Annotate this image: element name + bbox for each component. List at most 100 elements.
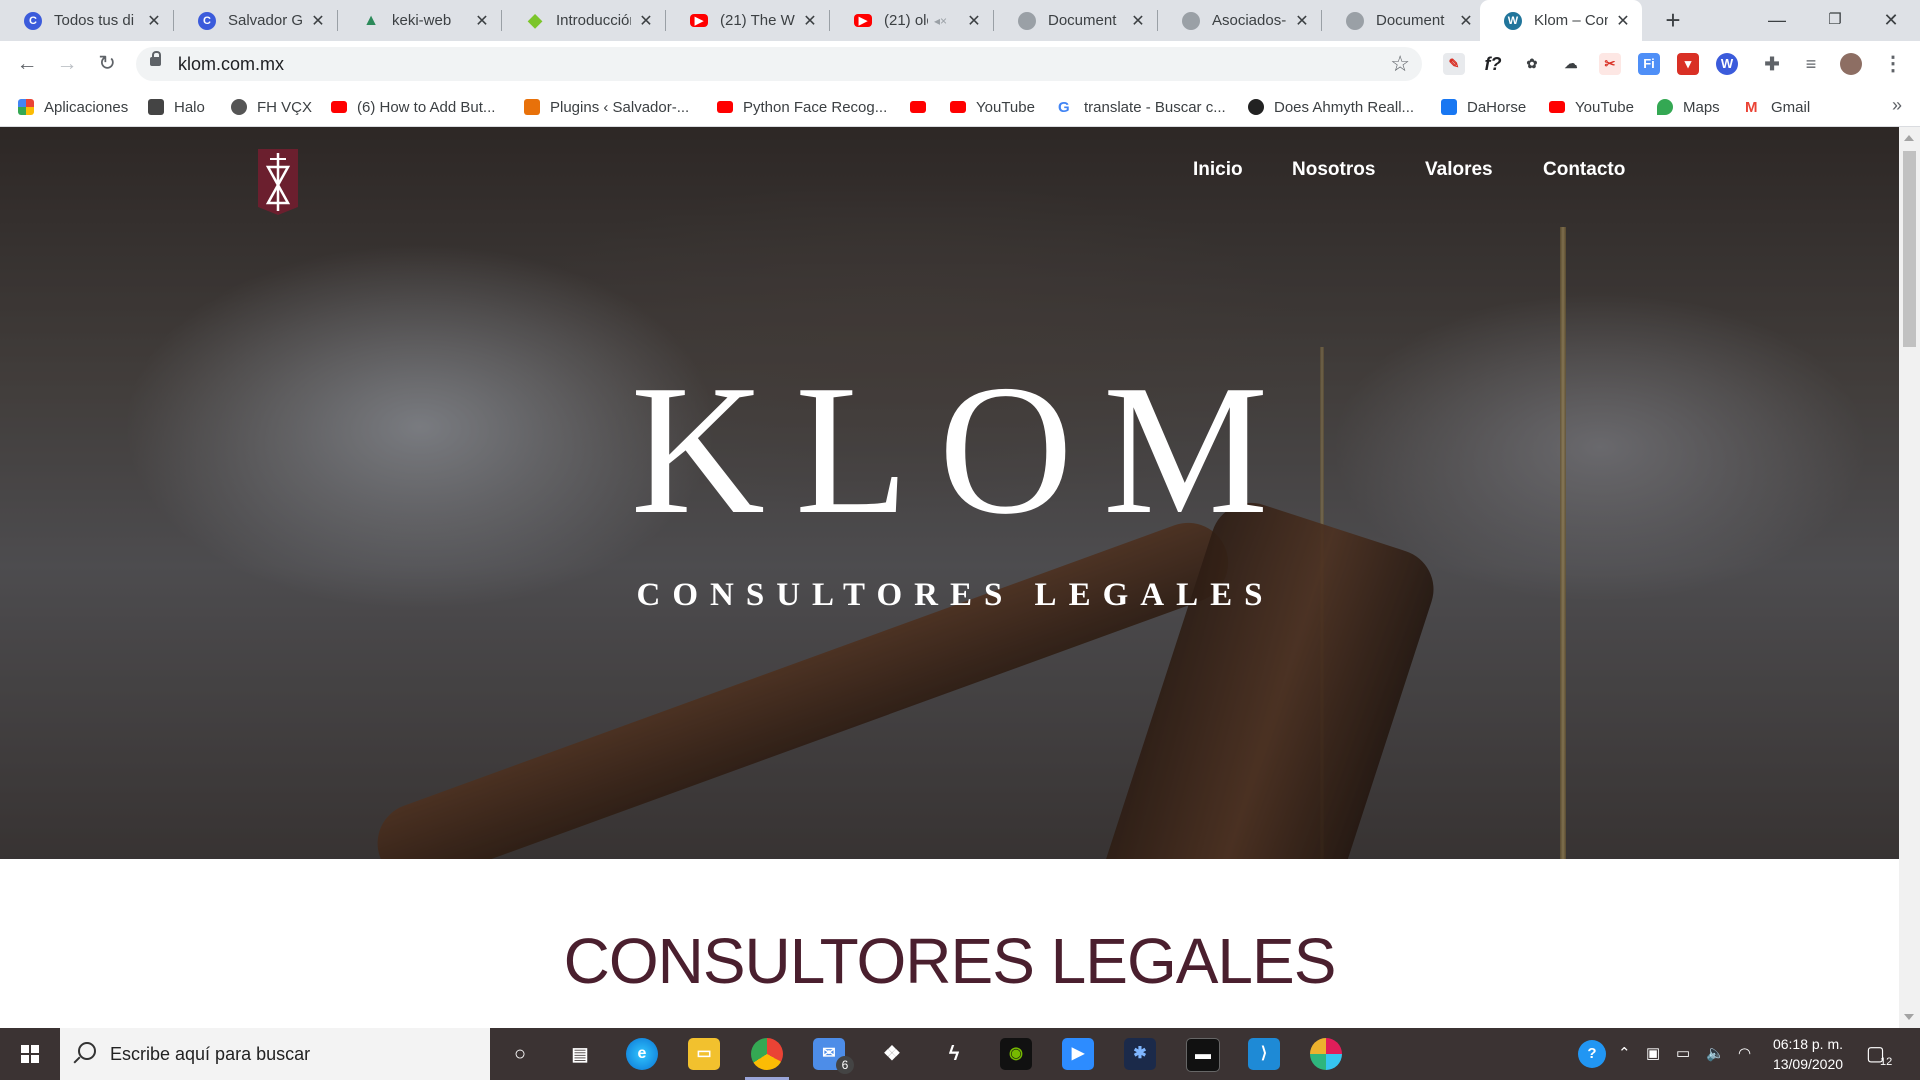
zoom-icon[interactable]: ▶	[1062, 1038, 1094, 1070]
bookmark-item[interactable]: (6) How to Add But...	[331, 87, 495, 127]
web-page: Inicio Nosotros Valores Contacto KLOM CO…	[0, 127, 1899, 1028]
wordpress-extension-icon[interactable]: W	[1716, 53, 1738, 75]
nav-contacto[interactable]: Contacto	[1543, 159, 1625, 181]
edge-icon[interactable]: e	[626, 1038, 658, 1070]
browser-tab-active[interactable]: W Klom – Cons ✕	[1480, 0, 1642, 41]
close-icon[interactable]: ✕	[965, 11, 983, 31]
url-text[interactable]: klom.com.mx	[178, 54, 284, 75]
windows-taskbar: Escribe aquí para buscar ○ ▤ e ▭ ✉ 6 ❖ ϟ…	[0, 1028, 1920, 1080]
browser-tab[interactable]: ▶ (21) old ◂× ✕	[830, 0, 993, 41]
extension-icon[interactable]: ☁	[1560, 53, 1582, 75]
browser-tab[interactable]: ▶ (21) The Wi ✕	[666, 0, 829, 41]
tab-title: Document	[1376, 12, 1445, 29]
nvidia-icon[interactable]: ◉	[1000, 1038, 1032, 1070]
show-hidden-icons-chevron-icon[interactable]: ⌃	[1618, 1028, 1631, 1080]
bookmark-item[interactable]: FH VÇX	[231, 87, 312, 127]
page-scrollbar[interactable]	[1899, 127, 1920, 1028]
cortana-icon[interactable]: ○	[504, 1038, 536, 1070]
bookmark-apps[interactable]: Aplicaciones	[18, 87, 128, 127]
close-window-button[interactable]: ✕	[1862, 0, 1920, 41]
restore-button[interactable]: ❐	[1806, 0, 1864, 41]
close-icon[interactable]: ✕	[309, 11, 327, 31]
taskbar-clock[interactable]: 06:18 p. m. 13/09/2020	[1760, 1034, 1856, 1074]
scrollbar-thumb[interactable]	[1903, 151, 1916, 347]
browser-tab[interactable]: C Todos tus di ✕	[0, 0, 173, 41]
address-bar[interactable]: klom.com.mx ☆	[136, 47, 1422, 81]
winscp-icon[interactable]: ϟ	[938, 1038, 970, 1070]
lock-icon[interactable]	[150, 51, 161, 66]
browser-tab[interactable]: Document ✕	[994, 0, 1157, 41]
bookmark-item[interactable]: Python Face Recog...	[717, 87, 887, 127]
close-icon[interactable]: ✕	[145, 11, 163, 31]
tab-title: Document	[1048, 12, 1117, 29]
dropbox-icon[interactable]: ❖	[876, 1038, 908, 1070]
tab-title: Asociados-C	[1212, 12, 1287, 29]
scroll-down-arrow[interactable]	[1904, 1014, 1914, 1020]
bookmark-item[interactable]: Gtranslate - Buscar c...	[1058, 87, 1226, 127]
browser-tab[interactable]: Asociados-C ✕	[1158, 0, 1321, 41]
close-icon[interactable]: ✕	[1614, 11, 1632, 31]
file-explorer-icon[interactable]: ▭	[688, 1038, 720, 1070]
close-icon[interactable]: ✕	[801, 11, 819, 31]
close-icon[interactable]: ✕	[1129, 11, 1147, 31]
bookmark-label: Halo	[174, 98, 205, 116]
facebook-icon	[1441, 99, 1457, 115]
bookmark-label: DaHorse	[1467, 98, 1527, 116]
minimize-button[interactable]: —	[1748, 0, 1806, 41]
browser-tab[interactable]: ◆ Introducción ✕	[502, 0, 665, 41]
forward-button[interactable]: →	[52, 49, 82, 79]
bookmark-item[interactable]	[910, 87, 936, 127]
extension-icon[interactable]: ✿	[1521, 53, 1543, 75]
bookmark-item[interactable]: YouTube	[1549, 87, 1634, 127]
new-tab-button[interactable]: +	[1656, 4, 1690, 38]
chrome-icon[interactable]	[751, 1038, 783, 1070]
back-button[interactable]: ←	[12, 49, 42, 79]
close-icon[interactable]: ✕	[1457, 11, 1475, 31]
media-control-icon[interactable]: ≡	[1800, 53, 1822, 75]
help-icon[interactable]: ?	[1578, 1040, 1606, 1068]
app-icon[interactable]: ✱	[1124, 1038, 1156, 1070]
vscode-icon[interactable]: ⟩	[1248, 1038, 1280, 1070]
font-extension-icon[interactable]: f?	[1482, 53, 1504, 75]
bookmarks-overflow-icon[interactable]: »	[1892, 95, 1902, 116]
bookmark-item[interactable]: YouTube	[950, 87, 1035, 127]
bookmark-item[interactable]: M Gmail	[1745, 87, 1810, 127]
terminal-icon[interactable]: ▬	[1186, 1038, 1220, 1072]
fi-extension-icon[interactable]: Fi	[1638, 53, 1660, 75]
volume-icon[interactable]: 🔈	[1706, 1028, 1725, 1080]
bookmark-label: Does Ahmyth Reall...	[1274, 98, 1415, 116]
battery-icon[interactable]: ▭	[1676, 1028, 1690, 1080]
reload-button[interactable]: ↻	[92, 49, 122, 79]
puzzle-extensions-icon[interactable]: ✚	[1761, 53, 1783, 75]
site-logo[interactable]	[256, 145, 300, 217]
bookmark-item[interactable]: Halo	[148, 87, 205, 127]
bookmark-item[interactable]: Plugins ‹ Salvador-...	[524, 87, 689, 127]
bookmark-item[interactable]: Does Ahmyth Reall...	[1248, 87, 1414, 127]
mute-icon[interactable]: ◂×	[934, 14, 947, 28]
nav-nosotros[interactable]: Nosotros	[1292, 159, 1375, 181]
eyedropper-extension-icon[interactable]: ✎	[1443, 53, 1465, 75]
screenshot-extension-icon[interactable]: ✂	[1599, 53, 1621, 75]
notifications-icon[interactable]: ▢	[1866, 1028, 1885, 1080]
profile-avatar[interactable]	[1840, 53, 1862, 75]
close-icon[interactable]: ✕	[637, 11, 655, 31]
browser-tab[interactable]: Document ✕	[1322, 0, 1485, 41]
bookmark-item[interactable]: Maps	[1657, 87, 1720, 127]
close-icon[interactable]: ✕	[473, 11, 491, 31]
slack-icon[interactable]	[1310, 1038, 1342, 1070]
close-icon[interactable]: ✕	[1293, 11, 1311, 31]
tray-app-icon[interactable]: ▣	[1646, 1028, 1660, 1080]
nav-inicio[interactable]: Inicio	[1193, 159, 1243, 181]
wifi-icon[interactable]: ◠	[1738, 1028, 1751, 1080]
taskbar-search[interactable]: Escribe aquí para buscar	[60, 1028, 490, 1080]
scroll-up-arrow[interactable]	[1904, 135, 1914, 141]
bookmark-star-icon[interactable]: ☆	[1390, 51, 1410, 77]
pocket-extension-icon[interactable]: ▾	[1677, 53, 1699, 75]
task-view-icon[interactable]: ▤	[564, 1038, 596, 1070]
browser-tab[interactable]: ▲ keki-web ✕	[338, 0, 501, 41]
bookmark-item[interactable]: DaHorse	[1441, 87, 1526, 127]
menu-kebab-icon[interactable]: ⋮	[1882, 53, 1904, 75]
nav-valores[interactable]: Valores	[1425, 159, 1493, 181]
windows-start-icon[interactable]	[0, 1028, 60, 1080]
browser-tab[interactable]: C Salvador Gar ✕	[174, 0, 337, 41]
